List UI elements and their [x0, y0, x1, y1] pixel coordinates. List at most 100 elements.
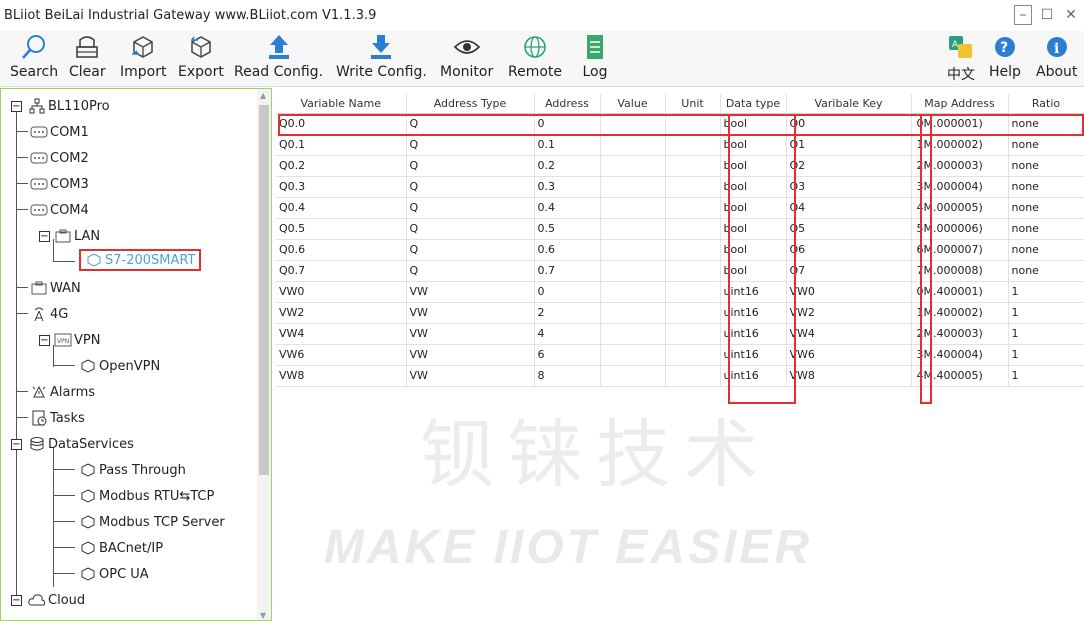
map-address-cell[interactable]: 1M.000002) — [911, 134, 1009, 156]
variable-name-cell[interactable]: Q0.7 — [276, 260, 407, 282]
value-cell[interactable] — [600, 365, 666, 387]
variable-name-cell[interactable]: Q0.2 — [276, 155, 407, 177]
unit-cell[interactable] — [665, 176, 721, 198]
address-cell[interactable]: 8 — [534, 365, 601, 387]
variable-key-cell[interactable]: Q7 — [786, 260, 912, 282]
remote-button[interactable]: Remote — [508, 33, 562, 80]
table-row[interactable]: Q0.6 Q 0.6 bool Q6 6M.000007) none — [276, 239, 1084, 261]
language-button[interactable]: A 中文 — [946, 33, 976, 84]
ratio-cell[interactable]: 1 — [1008, 323, 1084, 345]
ratio-cell[interactable]: none — [1008, 218, 1084, 240]
column-header[interactable]: Value — [600, 94, 666, 114]
tree-scrollbar-thumb[interactable] — [259, 105, 269, 475]
address-cell[interactable]: 0.7 — [534, 260, 601, 282]
value-cell[interactable] — [600, 260, 666, 282]
map-address-cell[interactable]: 4M.000005) — [911, 197, 1009, 219]
ratio-cell[interactable]: none — [1008, 155, 1084, 177]
tree-node-com2[interactable]: COM2 — [30, 147, 89, 169]
column-header[interactable]: Ratio — [1008, 94, 1084, 114]
value-cell[interactable] — [600, 323, 666, 345]
variable-name-cell[interactable]: VW0 — [276, 281, 407, 303]
help-button[interactable]: ? Help — [989, 33, 1021, 80]
tree-node-com1[interactable]: COM1 — [30, 121, 89, 143]
map-address-cell[interactable]: 7M.000008) — [911, 260, 1009, 282]
tree-node-modbus-tcp-server[interactable]: Modbus TCP Server — [79, 511, 225, 533]
address-type-cell[interactable]: VW — [406, 281, 535, 303]
unit-cell[interactable] — [665, 302, 721, 324]
table-row[interactable]: Q0.1 Q 0.1 bool Q1 1M.000002) none — [276, 134, 1084, 156]
tree-node-modbus-rtu-tcp[interactable]: Modbus RTU⇆TCP — [79, 485, 214, 507]
address-cell[interactable]: 0.6 — [534, 239, 601, 261]
variable-key-cell[interactable]: Q1 — [786, 134, 912, 156]
ratio-cell[interactable]: 1 — [1008, 281, 1084, 303]
table-row[interactable]: VW4 VW 4 uint16 VW4 2M.400003) 1 — [276, 323, 1084, 345]
column-header[interactable]: Data type — [720, 94, 787, 114]
value-cell[interactable] — [600, 176, 666, 198]
variable-key-cell[interactable]: VW8 — [786, 365, 912, 387]
variable-key-cell[interactable]: Q2 — [786, 155, 912, 177]
variable-name-cell[interactable]: Q0.0 — [276, 113, 407, 135]
column-header[interactable]: Address Type — [406, 94, 535, 114]
table-row[interactable]: VW2 VW 2 uint16 VW2 1M.400002) 1 — [276, 302, 1084, 324]
ratio-cell[interactable]: 1 — [1008, 365, 1084, 387]
value-cell[interactable] — [600, 113, 666, 135]
unit-cell[interactable] — [665, 344, 721, 366]
table-row[interactable]: VW0 VW 0 uint16 VW0 0M.400001) 1 — [276, 281, 1084, 303]
address-cell[interactable]: 6 — [534, 344, 601, 366]
address-cell[interactable]: 0 — [534, 281, 601, 303]
unit-cell[interactable] — [665, 134, 721, 156]
column-header[interactable]: Variable Name — [276, 94, 407, 114]
tree-node-com4[interactable]: COM4 — [30, 199, 89, 221]
address-type-cell[interactable]: Q — [406, 176, 535, 198]
variable-key-cell[interactable]: VW2 — [786, 302, 912, 324]
map-address-cell[interactable]: 3M.400004) — [911, 344, 1009, 366]
column-header[interactable]: Address — [534, 94, 601, 114]
data-type-cell[interactable]: bool — [720, 218, 787, 240]
variable-name-cell[interactable]: Q0.4 — [276, 197, 407, 219]
table-row[interactable]: Q0.7 Q 0.7 bool Q7 7M.000008) none — [276, 260, 1084, 282]
map-address-cell[interactable]: 1M.400002) — [911, 302, 1009, 324]
ratio-cell[interactable]: none — [1008, 239, 1084, 261]
map-address-cell[interactable]: 6M.000007) — [911, 239, 1009, 261]
variable-key-cell[interactable]: Q6 — [786, 239, 912, 261]
address-cell[interactable]: 0.4 — [534, 197, 601, 219]
variable-key-cell[interactable]: Q3 — [786, 176, 912, 198]
unit-cell[interactable] — [665, 218, 721, 240]
unit-cell[interactable] — [665, 260, 721, 282]
value-cell[interactable] — [600, 134, 666, 156]
variable-key-cell[interactable]: VW0 — [786, 281, 912, 303]
address-cell[interactable]: 4 — [534, 323, 601, 345]
ratio-cell[interactable]: none — [1008, 113, 1084, 135]
data-type-cell[interactable]: bool — [720, 260, 787, 282]
data-type-cell[interactable]: uint16 — [720, 323, 787, 345]
address-type-cell[interactable]: Q — [406, 260, 535, 282]
export-button[interactable]: Export — [178, 33, 224, 80]
vpn-collapse-toggle[interactable]: − — [39, 335, 50, 346]
data-type-cell[interactable]: bool — [720, 134, 787, 156]
tree-node-openvpn[interactable]: OpenVPN — [79, 355, 160, 377]
tree-node-cloud[interactable]: Cloud — [28, 589, 85, 611]
tree-node-com3[interactable]: COM3 — [30, 173, 89, 195]
column-header[interactable]: Varibale Key — [786, 94, 912, 114]
data-type-cell[interactable]: bool — [720, 239, 787, 261]
column-header[interactable]: Unit — [665, 94, 721, 114]
tree-node-root[interactable]: BL110Pro — [28, 95, 110, 117]
table-row[interactable]: Q0.4 Q 0.4 bool Q4 4M.000005) none — [276, 197, 1084, 219]
address-cell[interactable]: 0.3 — [534, 176, 601, 198]
ratio-cell[interactable]: 1 — [1008, 302, 1084, 324]
unit-cell[interactable] — [665, 239, 721, 261]
address-type-cell[interactable]: VW — [406, 302, 535, 324]
address-type-cell[interactable]: VW — [406, 344, 535, 366]
variable-name-cell[interactable]: VW2 — [276, 302, 407, 324]
variable-name-cell[interactable]: Q0.6 — [276, 239, 407, 261]
value-cell[interactable] — [600, 281, 666, 303]
log-button[interactable]: Log — [580, 33, 610, 80]
data-type-cell[interactable]: uint16 — [720, 302, 787, 324]
unit-cell[interactable] — [665, 155, 721, 177]
lan-collapse-toggle[interactable]: − — [39, 231, 50, 242]
address-cell[interactable]: 2 — [534, 302, 601, 324]
value-cell[interactable] — [600, 155, 666, 177]
map-address-cell[interactable]: 2M.400003) — [911, 323, 1009, 345]
table-row[interactable]: Q0.2 Q 0.2 bool Q2 2M.000003) none — [276, 155, 1084, 177]
table-row[interactable]: Q0.0 Q 0 bool Q0 0M.000001) none — [276, 113, 1084, 135]
